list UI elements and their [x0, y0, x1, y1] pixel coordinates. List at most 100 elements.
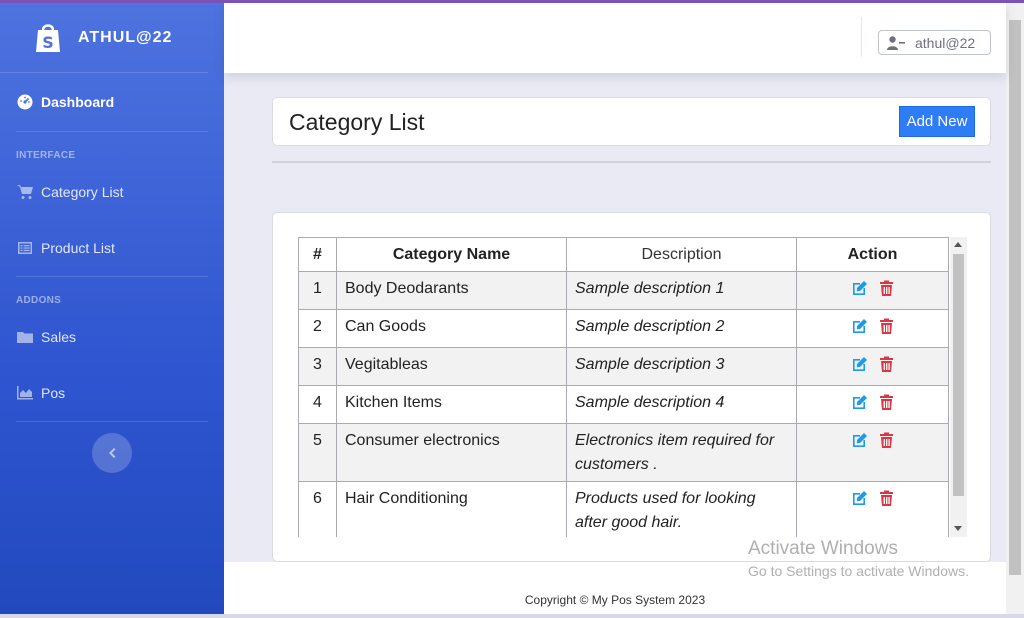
trash-icon[interactable]: [878, 490, 895, 507]
svg-text:S: S: [42, 33, 54, 52]
cell-category-name: Hair Conditioning: [336, 481, 567, 537]
brand-name: ATHUL@22: [78, 28, 173, 46]
table-scroll-area[interactable]: # Category Name Description Action 1 Body…: [298, 237, 967, 537]
cell-category-name: Consumer electronics: [336, 423, 567, 482]
page-scrollbar-thumb[interactable]: [1009, 20, 1021, 575]
action-buttons: [851, 391, 895, 419]
sidebar-item-label: Product List: [41, 240, 115, 256]
delete-button[interactable]: [878, 318, 895, 343]
scroll-up-arrow-icon[interactable]: [954, 242, 962, 247]
edit-icon[interactable]: [851, 432, 868, 449]
edit-icon[interactable]: [851, 280, 868, 297]
trash-icon[interactable]: [878, 318, 895, 335]
footer-copyright: Copyright © My Pos System 2023: [524, 593, 706, 607]
cell-description: Sample description 1: [566, 271, 797, 310]
section-divider: [272, 161, 991, 163]
cell-number: 1: [298, 271, 337, 310]
sidebar-item-pos[interactable]: Pos: [0, 365, 224, 421]
delete-button[interactable]: [878, 280, 895, 305]
sidebar-item-dashboard[interactable]: Dashboard: [0, 73, 224, 131]
sidebar-item-label: Pos: [41, 385, 66, 401]
cell-number: 4: [298, 385, 337, 424]
col-header-number: #: [298, 237, 337, 272]
page-scrollbar[interactable]: [1006, 3, 1024, 614]
edit-icon[interactable]: [851, 394, 868, 411]
table-scrollbar[interactable]: [950, 237, 967, 537]
cell-description: Products used for looking after good hai…: [566, 481, 797, 537]
cell-category-name: Kitchen Items: [336, 385, 567, 424]
topbar: athul@22: [224, 3, 1006, 73]
sidebar-brand[interactable]: S ATHUL@22: [0, 3, 208, 73]
edit-button[interactable]: [851, 432, 868, 457]
sidebar-item-sales[interactable]: Sales: [0, 309, 224, 365]
table-row: 5 Consumer electronics Electronics item re…: [298, 423, 949, 482]
category-table: # Category Name Description Action 1 Body…: [298, 237, 949, 537]
sidebar-toggle-button[interactable]: [92, 433, 132, 473]
cell-category-name: Can Goods: [336, 309, 567, 348]
category-table-card: # Category Name Description Action 1 Body…: [272, 212, 991, 562]
table-row: 2 Can Goods Sample description 2: [298, 309, 949, 348]
sidebar-heading-interface: INTERFACE: [16, 150, 76, 161]
sidebar-item-product-list[interactable]: Product List: [0, 220, 224, 276]
window-bottom-border: [0, 614, 1024, 618]
cell-description: Sample description 3: [566, 347, 797, 386]
scroll-down-arrow-icon[interactable]: [954, 526, 962, 531]
shopify-bag-icon: S: [36, 23, 60, 52]
cell-number: 5: [298, 423, 337, 482]
edit-button[interactable]: [851, 318, 868, 343]
activation-watermark-subtitle: Go to Settings to activate Windows.: [748, 563, 969, 579]
action-buttons: [851, 353, 895, 381]
delete-button[interactable]: [878, 394, 895, 419]
cell-category-name: Vegitableas: [336, 347, 567, 386]
cell-description: Sample description 2: [566, 309, 797, 348]
cell-category-name: Body Deodarants: [336, 271, 567, 310]
action-buttons: [851, 277, 895, 305]
delete-button[interactable]: [878, 490, 895, 515]
table-scrollbar-thumb[interactable]: [953, 254, 964, 496]
cell-description: Sample description 4: [566, 385, 797, 424]
trash-icon[interactable]: [878, 280, 895, 297]
cell-action: [796, 347, 949, 386]
trash-icon[interactable]: [878, 356, 895, 373]
sidebar-item-label: Category List: [41, 184, 124, 200]
add-new-button[interactable]: Add New: [899, 106, 975, 137]
edit-icon[interactable]: [851, 318, 868, 335]
sidebar-item-label: Dashboard: [41, 94, 115, 110]
chevron-left-icon: [109, 448, 116, 458]
cell-description: Electronics item required for customers …: [566, 423, 797, 482]
cell-action: [796, 481, 949, 537]
edit-icon[interactable]: [851, 356, 868, 373]
list-icon: [18, 242, 32, 254]
edit-button[interactable]: [851, 280, 868, 305]
action-buttons: [851, 315, 895, 343]
cell-action: [796, 271, 949, 310]
delete-button[interactable]: [878, 356, 895, 381]
sidebar-divider: [16, 421, 208, 422]
page-title: Category List: [289, 109, 425, 135]
cell-action: [796, 423, 949, 482]
user-minus-icon: [887, 35, 905, 50]
edit-icon[interactable]: [851, 490, 868, 507]
action-buttons: [851, 429, 895, 457]
edit-button[interactable]: [851, 394, 868, 419]
trash-icon[interactable]: [878, 432, 895, 449]
sidebar-item-label: Sales: [41, 329, 77, 345]
folder-icon: [17, 332, 33, 343]
table-row: 3 Vegitableas Sample description 3: [298, 347, 949, 386]
user-menu-button[interactable]: athul@22: [878, 30, 991, 55]
col-header-description: Description: [566, 237, 797, 272]
sidebar-heading-addons: ADDONS: [16, 295, 62, 306]
action-buttons: [851, 487, 895, 515]
cell-number: 6: [298, 481, 337, 537]
edit-button[interactable]: [851, 356, 868, 381]
topbar-divider: [861, 17, 862, 57]
delete-button[interactable]: [878, 432, 895, 457]
activation-watermark-title: Activate Windows: [748, 538, 898, 559]
trash-icon[interactable]: [878, 394, 895, 411]
edit-button[interactable]: [851, 490, 868, 515]
cart-icon: [17, 185, 33, 199]
sidebar-item-category-list[interactable]: Category List: [0, 164, 224, 220]
sidebar: S ATHUL@22 Dashboard INTERFACE Category …: [0, 3, 224, 614]
cell-action: [796, 385, 949, 424]
table-row: 1 Body Deodarants Sample description 1: [298, 271, 949, 310]
